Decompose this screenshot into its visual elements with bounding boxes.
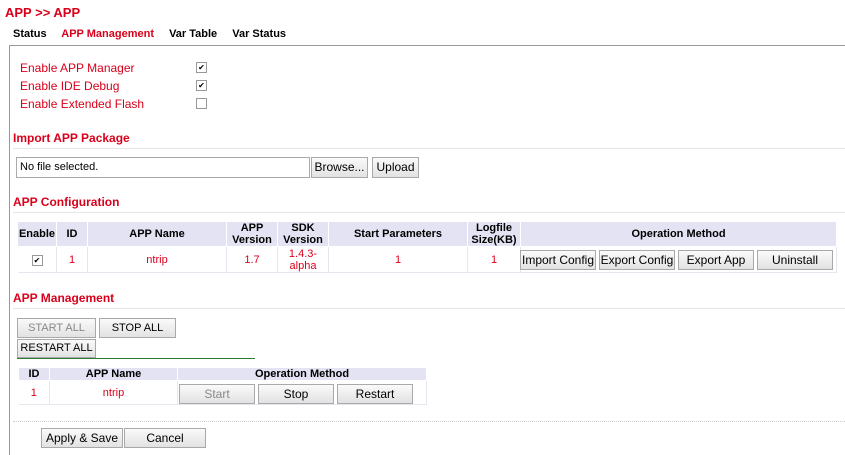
- row-operation-cell: Import Config Export Config Export App U…: [520, 246, 837, 273]
- management-section-title: APP Management: [13, 291, 115, 305]
- config-header-row: Enable ID APP Name APP Version SDK Version…: [17, 221, 837, 247]
- enable-extended-flash-checkbox[interactable]: [196, 98, 207, 109]
- upload-button[interactable]: Upload: [372, 157, 419, 178]
- row-app-version: 1.7: [226, 246, 278, 273]
- col-logfile-size: Logfile Size(KB): [467, 221, 521, 247]
- apply-save-button[interactable]: Apply & Save: [41, 428, 123, 448]
- tab-app-management[interactable]: APP Management: [61, 28, 154, 40]
- row-enable-checkbox[interactable]: ✔: [31, 255, 43, 266]
- import-config-button[interactable]: Import Config: [520, 250, 596, 270]
- col-operation-method: Operation Method: [520, 221, 837, 247]
- enable-app-manager-label: Enable APP Manager: [20, 61, 135, 75]
- management-divider: [13, 308, 845, 309]
- enable-ide-debug-label: Enable IDE Debug: [20, 79, 120, 93]
- config-divider: [13, 212, 845, 213]
- config-section-title: APP Configuration: [13, 195, 120, 209]
- row-sdk-version: 1.4.3- alpha: [277, 246, 329, 273]
- col-id: ID: [56, 221, 88, 247]
- col-start-parameters: Start Parameters: [328, 221, 468, 247]
- mgmt-row-id: 1: [18, 380, 50, 405]
- uninstall-button[interactable]: Uninstall: [757, 250, 833, 270]
- mgmt-row-app-name: ntrip: [49, 380, 178, 405]
- cancel-button[interactable]: Cancel: [124, 428, 206, 448]
- file-name-field[interactable]: No file selected.: [16, 157, 310, 178]
- row-enable-cell: ✔: [17, 246, 57, 273]
- col-app-version: APP Version: [226, 221, 278, 247]
- start-button[interactable]: Start: [179, 384, 255, 404]
- restart-all-button[interactable]: RESTART ALL: [17, 339, 96, 358]
- row-logfile-size: 1: [467, 246, 521, 273]
- management-header-row: ID APP Name Operation Method: [18, 367, 427, 381]
- enable-app-manager-checkbox[interactable]: ✔: [196, 62, 207, 73]
- mgmt-row-operation-cell: Start Stop Restart: [177, 380, 427, 405]
- export-config-button[interactable]: Export Config: [599, 250, 675, 270]
- import-section-title: Import APP Package: [13, 131, 130, 145]
- restart-button[interactable]: Restart: [337, 384, 413, 404]
- stop-button[interactable]: Stop: [258, 384, 334, 404]
- table-row: 1 ntrip Start Stop Restart: [18, 380, 427, 405]
- app-config-table: Enable ID APP Name APP Version SDK Version…: [17, 221, 837, 273]
- tab-bar: Status APP Management Var Table Var Stat…: [13, 28, 298, 40]
- col-app-name: APP Name: [87, 221, 227, 247]
- breadcrumb: APP >> APP: [5, 5, 81, 20]
- row-id: 1: [56, 246, 88, 273]
- mgmt-col-id: ID: [18, 367, 50, 381]
- app-management-table: ID APP Name Operation Method 1 ntrip Sta…: [18, 367, 427, 405]
- footer-divider: [13, 421, 845, 422]
- table-row: ✔ 1 ntrip 1.7 1.4.3- alpha 1 1 Import Con…: [17, 246, 837, 273]
- enable-extended-flash-label: Enable Extended Flash: [20, 97, 145, 111]
- mgmt-col-operation-method: Operation Method: [177, 367, 427, 381]
- management-rule: [17, 358, 255, 359]
- export-app-button[interactable]: Export App: [678, 250, 754, 270]
- mgmt-col-app-name: APP Name: [49, 367, 178, 381]
- col-enable: Enable: [17, 221, 57, 247]
- import-divider: [13, 148, 845, 149]
- tab-status[interactable]: Status: [13, 28, 47, 40]
- tab-var-table[interactable]: Var Table: [169, 28, 217, 40]
- stop-all-button[interactable]: STOP ALL: [99, 318, 176, 338]
- browse-button[interactable]: Browse...: [311, 157, 368, 178]
- col-sdk-version: SDK Version: [277, 221, 329, 247]
- enable-ide-debug-checkbox[interactable]: ✔: [196, 80, 207, 91]
- start-all-button[interactable]: START ALL: [17, 318, 96, 338]
- tab-var-status[interactable]: Var Status: [232, 28, 286, 40]
- row-start-parameters: 1: [328, 246, 468, 273]
- row-app-name: ntrip: [87, 246, 227, 273]
